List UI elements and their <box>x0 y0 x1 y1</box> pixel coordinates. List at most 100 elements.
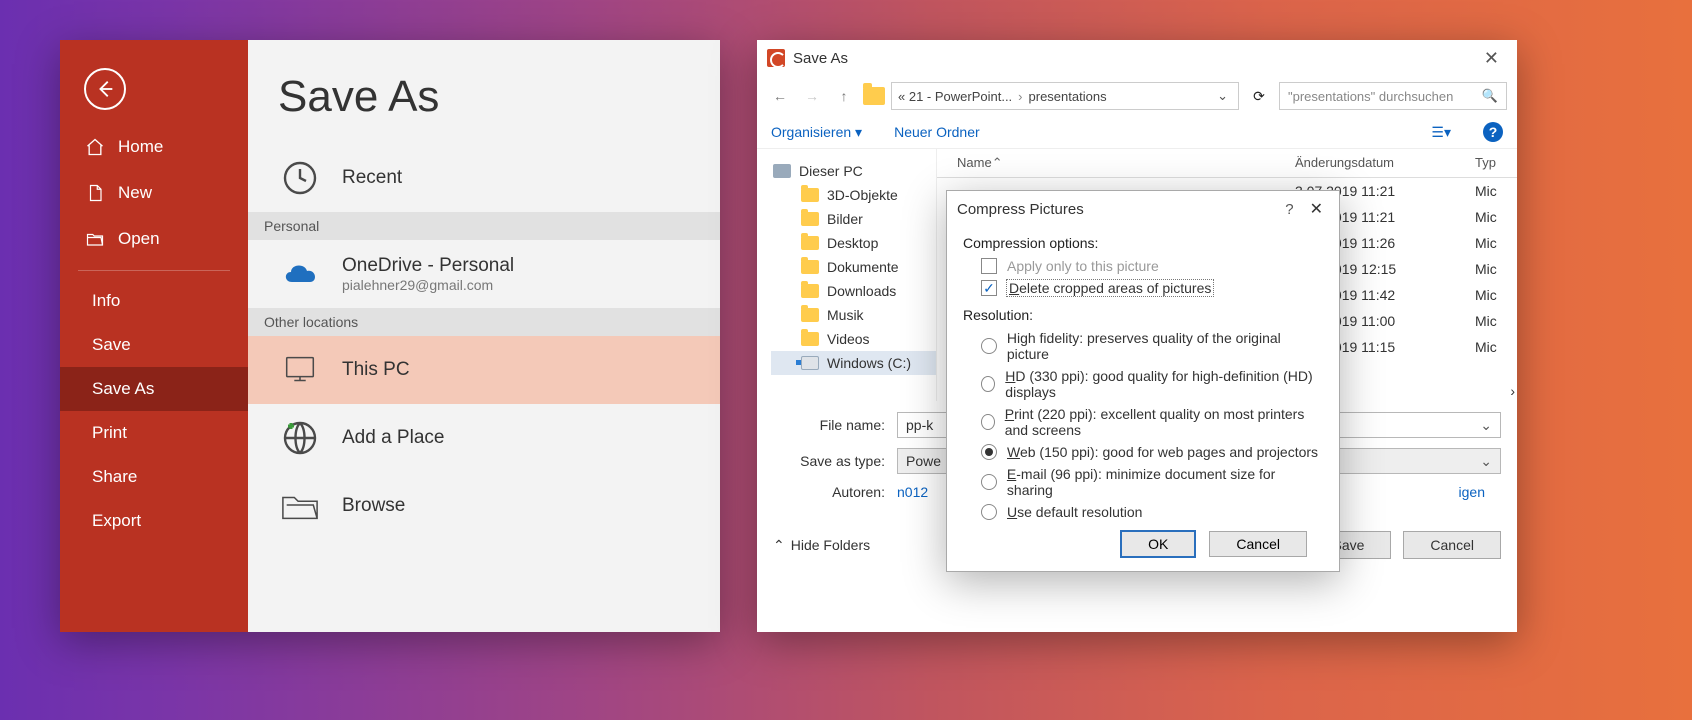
column-headers[interactable]: Name⌃ Änderungsdatum Typ <box>937 149 1517 178</box>
location-add-place[interactable]: Add a Place <box>248 404 720 472</box>
location-onedrive[interactable]: OneDrive - Personal pialehner29@gmail.co… <box>248 240 720 308</box>
folder-icon <box>801 284 819 298</box>
sidebar-item-save[interactable]: Save <box>60 323 248 367</box>
folder-icon <box>801 188 819 202</box>
tree-item[interactable]: 3D-Objekte <box>771 183 936 207</box>
resolution-option-web[interactable]: Web (150 ppi): good for web pages and pr… <box>963 441 1323 463</box>
tags-value[interactable]: igen <box>1459 484 1485 500</box>
tree-label: Dieser PC <box>799 163 863 179</box>
tree-item-drive[interactable]: Windows (C:) <box>771 351 936 375</box>
sidebar-label: Share <box>92 467 137 487</box>
location-sublabel: pialehner29@gmail.com <box>342 277 514 293</box>
radio-icon <box>981 504 997 520</box>
folder-tree: Dieser PC 3D-Objekte Bilder Desktop Doku… <box>757 149 937 401</box>
delete-cropped-option[interactable]: Delete cropped areas of pictures <box>963 277 1323 299</box>
resolution-option-email[interactable]: E-mail (96 ppi): minimize document size … <box>963 463 1323 501</box>
tree-label: Downloads <box>827 283 896 299</box>
save-type-label: Save as type: <box>757 453 897 469</box>
nav-back-button[interactable]: ← <box>767 83 793 109</box>
hide-folders-toggle[interactable]: ⌃Hide Folders <box>773 537 870 554</box>
compression-options-label: Compression options: <box>963 235 1323 251</box>
authors-value[interactable]: n012 <box>897 484 928 500</box>
monitor-icon <box>278 348 322 392</box>
nav-up-button[interactable]: ↑ <box>831 83 857 109</box>
sidebar-label: Save As <box>92 379 154 399</box>
back-button[interactable] <box>84 68 126 110</box>
ok-button[interactable]: OK <box>1121 531 1195 557</box>
dialog-buttons: OK Cancel <box>963 523 1323 557</box>
new-folder-button[interactable]: Neuer Ordner <box>894 124 980 140</box>
file-name-label: File name: <box>757 417 897 433</box>
location-this-pc[interactable]: This PC <box>248 336 720 404</box>
breadcrumb-part: « 21 - PowerPoint... <box>898 89 1012 104</box>
backstage-sidebar: Home New Open Info Save Save As Print Sh… <box>60 40 248 632</box>
search-placeholder: "presentations" durchsuchen <box>1288 89 1453 104</box>
help-button[interactable]: ? <box>1275 201 1303 218</box>
breadcrumb-dropdown[interactable]: ⌄ <box>1213 88 1232 104</box>
sidebar-item-info[interactable]: Info <box>60 279 248 323</box>
resolution-option-default[interactable]: Use default resolution <box>963 501 1323 523</box>
location-label: Recent <box>342 167 402 189</box>
tree-item[interactable]: Desktop <box>771 231 936 255</box>
sidebar-item-open[interactable]: Open <box>60 216 248 262</box>
nav-forward-button[interactable]: → <box>799 83 825 109</box>
sort-icon: ⌃ <box>992 155 1003 170</box>
tree-item[interactable]: Downloads <box>771 279 936 303</box>
option-label: Apply only to this picture <box>1007 258 1159 274</box>
tree-label: Desktop <box>827 235 878 251</box>
close-button[interactable]: ✕ <box>1304 199 1329 219</box>
apply-only-option[interactable]: Apply only to this picture <box>963 255 1323 277</box>
tree-label: Bilder <box>827 211 863 227</box>
cancel-button[interactable]: Cancel <box>1403 531 1501 559</box>
globe-plus-icon <box>278 416 322 460</box>
sidebar-item-home[interactable]: Home <box>60 124 248 170</box>
folder-open-icon <box>84 228 106 250</box>
sidebar-item-new[interactable]: New <box>60 170 248 216</box>
resolution-option-hd[interactable]: HD (330 ppi): good quality for high-defi… <box>963 365 1323 403</box>
tree-item[interactable]: Videos <box>771 327 936 351</box>
radio-icon <box>981 414 995 430</box>
breadcrumb[interactable]: « 21 - PowerPoint... › presentations ⌄ <box>891 82 1239 110</box>
cancel-button[interactable]: Cancel <box>1209 531 1307 557</box>
location-browse[interactable]: Browse <box>248 472 720 540</box>
sidebar-item-share[interactable]: Share <box>60 455 248 499</box>
folder-icon <box>863 87 885 105</box>
powerpoint-backstage: Home New Open Info Save Save As Print Sh… <box>60 40 720 632</box>
page-title: Save As <box>248 40 720 144</box>
tree-item[interactable]: Dokumente <box>771 255 936 279</box>
sidebar-item-save-as[interactable]: Save As <box>60 367 248 411</box>
dialog-body: Compression options: Apply only to this … <box>947 227 1339 571</box>
dialog-title: Compress Pictures <box>957 201 1084 218</box>
help-button[interactable]: ? <box>1483 122 1503 142</box>
scroll-right-button[interactable]: › <box>1510 383 1515 399</box>
search-input[interactable]: "presentations" durchsuchen 🔍 <box>1279 82 1507 110</box>
organize-menu[interactable]: Organisieren ▾ <box>771 124 862 141</box>
tree-item[interactable]: Bilder <box>771 207 936 231</box>
col-type[interactable]: Typ <box>1475 155 1517 171</box>
refresh-button[interactable]: ⟳ <box>1245 82 1273 110</box>
sidebar-item-print[interactable]: Print <box>60 411 248 455</box>
sidebar-label: Info <box>92 291 120 311</box>
backstage-content: Save As Recent Personal OneDrive - Perso… <box>248 40 720 632</box>
compress-pictures-dialog: Compress Pictures ? ✕ Compression option… <box>946 190 1340 572</box>
col-date[interactable]: Änderungsdatum <box>1295 155 1475 171</box>
location-recent[interactable]: Recent <box>248 144 720 212</box>
location-label: Browse <box>342 495 405 517</box>
resolution-label: Resolution: <box>963 307 1323 323</box>
option-label: Web (150 ppi): good for web pages and pr… <box>1007 444 1318 460</box>
tree-item[interactable]: Musik <box>771 303 936 327</box>
resolution-option-high-fidelity[interactable]: High fidelity: preserves quality of the … <box>963 327 1323 365</box>
dialog-title: Save As <box>793 50 1476 67</box>
view-options-button[interactable]: ☰▾ <box>1431 124 1451 141</box>
col-name[interactable]: Name⌃ <box>957 155 1295 171</box>
tree-item-this-pc[interactable]: Dieser PC <box>771 159 936 183</box>
sidebar-item-export[interactable]: Export <box>60 499 248 543</box>
resolution-option-print[interactable]: Print (220 ppi): excellent quality on mo… <box>963 403 1323 441</box>
checkbox-icon <box>981 258 997 274</box>
option-label: Delete cropped areas of pictures <box>1007 280 1213 296</box>
file-icon <box>84 182 106 204</box>
home-icon <box>84 136 106 158</box>
close-button[interactable]: ✕ <box>1476 44 1507 73</box>
dialog-title-bar: Compress Pictures ? ✕ <box>947 191 1339 227</box>
folder-icon <box>801 332 819 346</box>
